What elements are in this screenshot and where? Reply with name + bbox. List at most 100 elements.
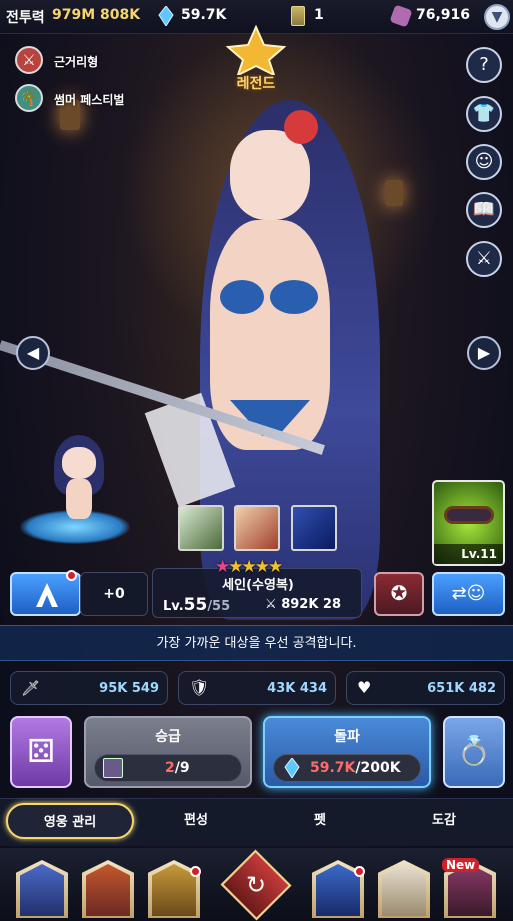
ticket-icon bbox=[291, 6, 305, 26]
book-icon: 📖 bbox=[472, 199, 496, 220]
gem-icon bbox=[284, 758, 300, 778]
wing-a-icon bbox=[36, 583, 58, 607]
breakthrough-label: 돌파 bbox=[334, 729, 360, 745]
shield-icon: 🛡 bbox=[189, 678, 210, 697]
hero-illustration[interactable] bbox=[120, 70, 450, 630]
tab-pet[interactable]: 펫 bbox=[258, 803, 382, 839]
dagger-icon: 🗡 bbox=[21, 679, 41, 697]
dice-icon bbox=[389, 4, 413, 28]
story-book-button[interactable]: 📖 bbox=[466, 192, 502, 228]
breakthrough-value: 59.7K bbox=[310, 760, 356, 776]
rank-label: 레전드 bbox=[236, 76, 276, 92]
level-value: 55 bbox=[183, 595, 208, 615]
notification-dot bbox=[66, 570, 77, 581]
notification-dot bbox=[354, 866, 365, 877]
hp-value: 651K 482 bbox=[427, 681, 496, 696]
crossed-swords-icon: ⚔ bbox=[265, 597, 277, 612]
hero-info-plate: ★★★★★ 세인(수영복) Lv.55/55 ⚔ 892K 28 bbox=[152, 557, 362, 618]
gem-value: 59.7K bbox=[181, 7, 227, 23]
chibi-face bbox=[62, 447, 96, 479]
promote-button[interactable]: 승급 2/9 bbox=[84, 716, 252, 788]
profile-icon: ☺ bbox=[474, 151, 494, 172]
rank-up-button[interactable]: ✪ bbox=[374, 572, 424, 616]
hero-tag-event: 썸머 페스티벌 bbox=[54, 93, 125, 107]
crossed-swords-icon: ⚔ bbox=[475, 248, 493, 269]
dice-value: 76,916 bbox=[416, 7, 471, 23]
attack-value: 95K 549 bbox=[99, 681, 159, 696]
profile-button[interactable]: ☺ bbox=[466, 144, 502, 180]
gem-icon bbox=[158, 6, 174, 26]
equipment-level: Lv.11 bbox=[434, 544, 503, 564]
equipment-slot[interactable]: Lv.11 bbox=[432, 480, 505, 566]
dice-button[interactable]: ⚄ bbox=[10, 716, 72, 788]
breakthrough-count: 59.7K/200K bbox=[310, 760, 401, 776]
notification-dot bbox=[190, 866, 201, 877]
ring-icon: 💍 bbox=[456, 734, 492, 767]
awaken-plus: +0 bbox=[80, 572, 148, 616]
skill-slot-3[interactable] bbox=[291, 505, 337, 551]
costume-button[interactable]: 👕 bbox=[466, 96, 502, 132]
hero-power-value: 892K 28 bbox=[281, 597, 342, 612]
chevron-left-icon: ◀ bbox=[26, 343, 40, 362]
promote-max: /9 bbox=[174, 760, 190, 776]
sword-icon: ⚔ bbox=[22, 51, 36, 69]
ticket-value: 1 bbox=[314, 7, 324, 23]
menu-dropdown-button[interactable]: ▼ bbox=[484, 4, 510, 30]
previous-hero-button[interactable]: ◀ bbox=[16, 336, 50, 370]
palm-tree-icon: 🌴 bbox=[19, 89, 39, 107]
hero-name: 세인(수영복) bbox=[222, 578, 294, 593]
weapon-button[interactable]: ⚔ bbox=[466, 241, 502, 277]
attack-stat: 🗡 95K 549 bbox=[10, 671, 168, 705]
defense-stat: 🛡 43K 434 bbox=[178, 671, 336, 705]
nav-guild-button[interactable] bbox=[306, 860, 370, 921]
new-badge: New bbox=[442, 858, 480, 872]
melee-type-icon: ⚔ bbox=[15, 46, 43, 74]
legend-rank-badge: 레전드 bbox=[214, 24, 298, 99]
dice-icon: ⚄ bbox=[27, 732, 55, 770]
hp-stat: ♥ 651K 482 bbox=[346, 671, 505, 705]
next-hero-button[interactable]: ▶ bbox=[467, 336, 501, 370]
star-cycle-icon: ✪ bbox=[390, 581, 408, 605]
card-icon bbox=[103, 758, 123, 778]
chibi-body bbox=[66, 479, 92, 519]
nav-quest-button[interactable] bbox=[372, 860, 436, 921]
promote-progress: 2/9 bbox=[94, 754, 242, 782]
swimsuit-top-left bbox=[220, 280, 264, 314]
promote-value: 2 bbox=[165, 760, 175, 776]
hero-power: ⚔ 892K 28 bbox=[265, 597, 341, 612]
heart-icon: ♥ bbox=[357, 678, 372, 697]
nav-shop-button[interactable]: New bbox=[438, 858, 502, 921]
nav-equipment-button[interactable] bbox=[76, 860, 140, 921]
breakthrough-progress: 59.7K/200K bbox=[273, 754, 421, 782]
star-badge-icon bbox=[225, 24, 287, 77]
swap-arrows-icon: ⇄☺ bbox=[451, 583, 486, 604]
tab-collection[interactable]: 도감 bbox=[382, 803, 506, 839]
help-icon: ? bbox=[479, 54, 489, 75]
tab-formation[interactable]: 편성 bbox=[134, 803, 258, 839]
hero-tag-type: 근거리형 bbox=[54, 55, 99, 69]
combat-power-value: 979M 808K bbox=[52, 7, 141, 23]
summer-festival-icon: 🌴 bbox=[15, 84, 43, 112]
hibiscus-flower bbox=[284, 110, 318, 144]
chibi-hero[interactable] bbox=[46, 435, 110, 525]
level-max: /55 bbox=[207, 599, 231, 614]
nav-summon-button[interactable] bbox=[142, 860, 206, 921]
tab-hero-management[interactable]: 영웅 관리 bbox=[6, 803, 134, 839]
combat-power-label: 전투력 bbox=[6, 10, 45, 26]
ring-button[interactable]: 💍 bbox=[443, 716, 505, 788]
hero-management-screen: { "topbar": { "combat_power_label": "전투력… bbox=[0, 0, 513, 921]
skill-slot-2[interactable] bbox=[234, 505, 280, 551]
chevron-right-icon: ▶ bbox=[477, 343, 491, 362]
swimsuit-top-right bbox=[270, 280, 318, 314]
breakthrough-button[interactable]: 돌파 59.7K/200K bbox=[263, 716, 431, 788]
hero-description: 가장 가까운 대상을 우선 공격합니다. bbox=[0, 625, 513, 661]
swap-hero-button[interactable]: ⇄☺ bbox=[432, 572, 505, 616]
promote-count: 2/9 bbox=[165, 760, 190, 776]
help-button[interactable]: ? bbox=[466, 47, 502, 83]
return-icon: ↻ bbox=[245, 871, 267, 899]
nav-heroes-button[interactable] bbox=[10, 860, 74, 921]
breakthrough-max: /200K bbox=[355, 760, 401, 776]
sunglasses-icon bbox=[444, 506, 494, 524]
hero-level: Lv.55/55 bbox=[163, 595, 230, 615]
skill-slot-1[interactable] bbox=[178, 505, 224, 551]
